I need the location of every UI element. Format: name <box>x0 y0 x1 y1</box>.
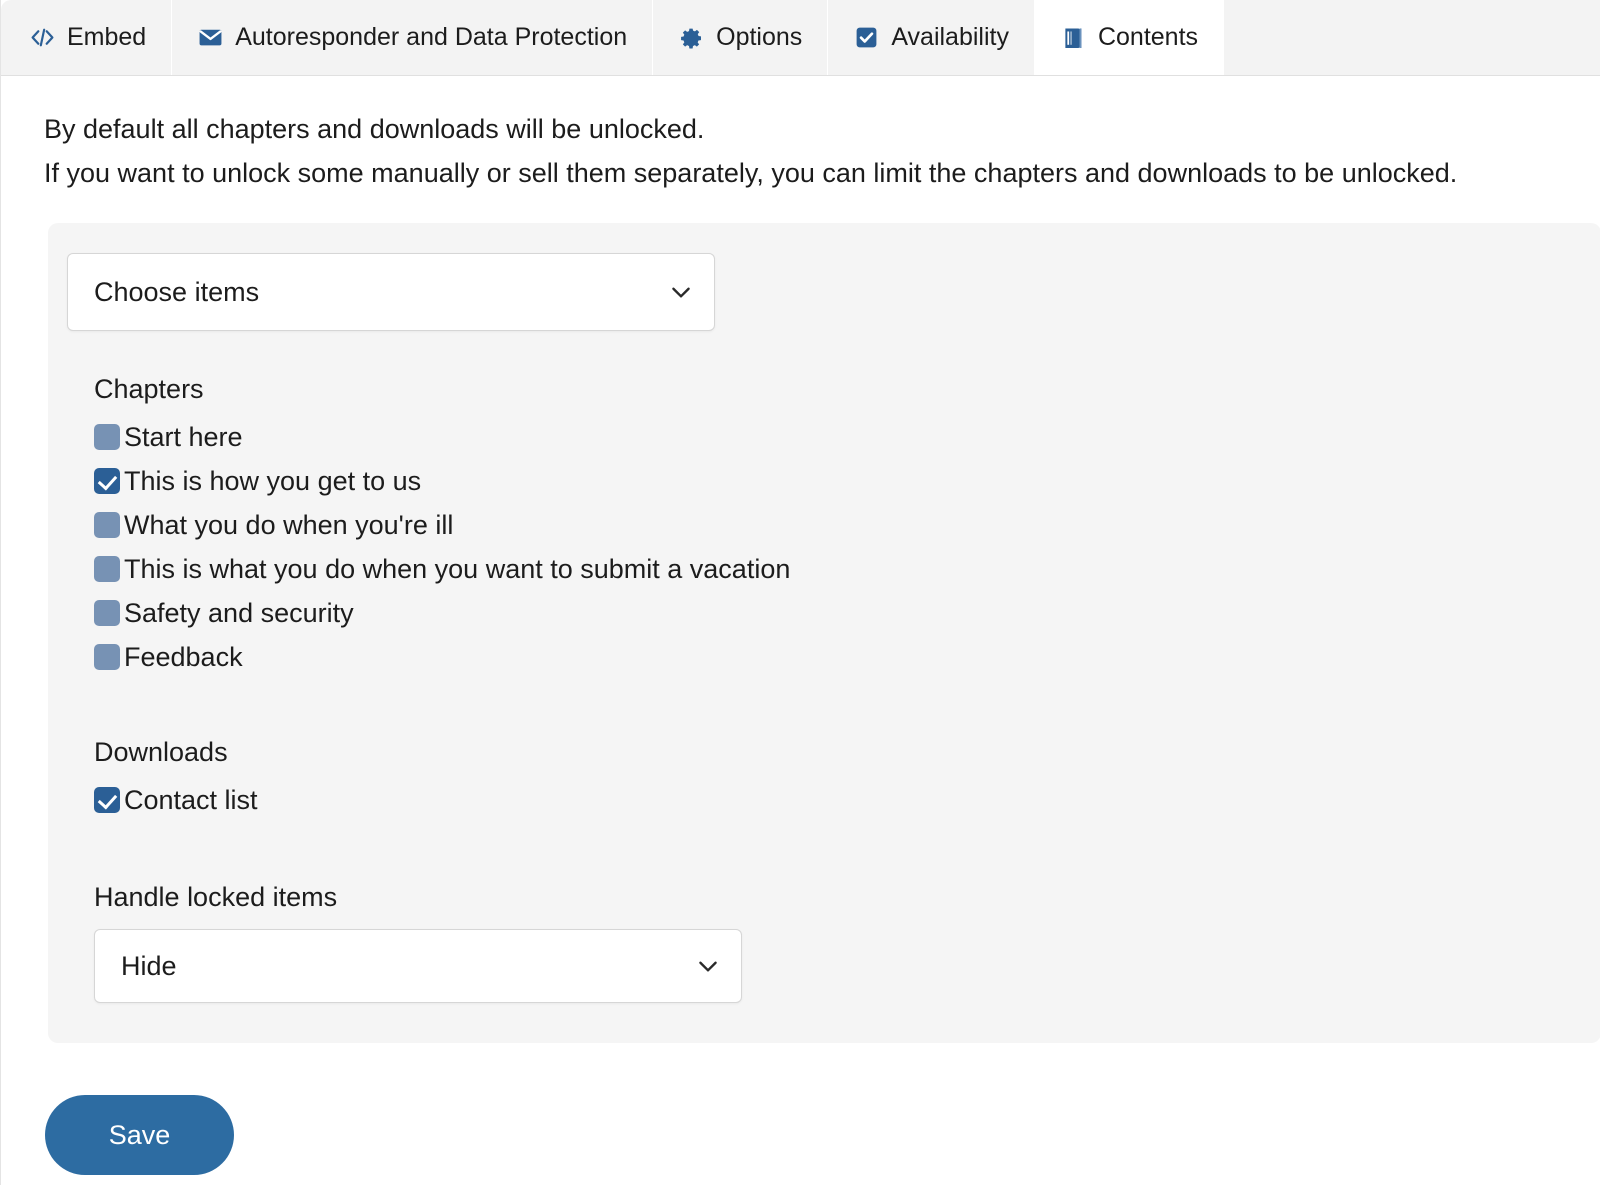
intro-text: By default all chapters and downloads wi… <box>1 76 1600 195</box>
tab-label-autoresponder: Autoresponder and Data Protection <box>235 23 628 51</box>
chapter-item[interactable]: Start here <box>94 415 1600 459</box>
tab-label-options: Options <box>716 23 803 51</box>
unlock-settings-card: Choose items Chapters Start here This is… <box>48 223 1600 1044</box>
gear-icon <box>678 24 705 51</box>
chapter-label: Safety and security <box>124 597 354 628</box>
chapter-item[interactable]: Feedback <box>94 635 1600 679</box>
book-icon <box>1060 24 1087 51</box>
chapter-label: What you do when you're ill <box>124 509 454 540</box>
chapter-item[interactable]: What you do when you're ill <box>94 503 1600 547</box>
chevron-down-icon <box>668 279 694 305</box>
tab-embed[interactable]: Embed <box>1 0 173 75</box>
chapters-checkbox-list: Start here This is how you get to us Wha… <box>48 415 1600 679</box>
chapter-item[interactable]: Safety and security <box>94 591 1600 635</box>
choose-items-select[interactable]: Choose items <box>67 253 715 332</box>
handle-locked-items-label: Handle locked items <box>94 882 338 913</box>
settings-tab-bar: Embed Autoresponder and Data Protection … <box>1 0 1600 76</box>
chapters-heading: Chapters <box>94 374 204 405</box>
checkbox-icon[interactable] <box>94 512 120 539</box>
tab-autoresponder-and-data-protection[interactable]: Autoresponder and Data Protection <box>172 0 654 75</box>
tab-bar-filler <box>1224 0 1600 75</box>
intro-line-1: By default all chapters and downloads wi… <box>44 114 705 144</box>
checkbox-icon[interactable] <box>94 556 120 583</box>
envelope-icon <box>197 24 224 51</box>
checkbox-checked-icon[interactable] <box>94 787 120 814</box>
checkbox-icon <box>853 24 880 51</box>
chevron-down-icon <box>695 953 721 979</box>
save-button[interactable]: Save <box>45 1095 234 1176</box>
checkbox-icon[interactable] <box>94 600 120 627</box>
checkbox-checked-icon[interactable] <box>94 468 120 495</box>
chapter-label: This is how you get to us <box>124 465 422 496</box>
chapter-label: Start here <box>124 421 243 452</box>
tab-options[interactable]: Options <box>653 0 829 75</box>
chapter-label: Feedback <box>124 641 243 672</box>
form-actions: Save <box>45 1095 1600 1176</box>
handle-locked-items-select[interactable]: Hide <box>94 929 742 1004</box>
chapter-item[interactable]: This is what you do when you want to sub… <box>94 547 1600 591</box>
handle-locked-items-value: Hide <box>121 950 177 981</box>
code-icon <box>29 24 56 51</box>
tab-label-availability: Availability <box>891 23 1009 51</box>
downloads-checkbox-list: Contact list <box>48 778 1600 822</box>
checkbox-icon[interactable] <box>94 644 120 671</box>
contents-settings-panel: Embed Autoresponder and Data Protection … <box>0 0 1600 1185</box>
tab-label-contents: Contents <box>1097 23 1199 51</box>
choose-items-value: Choose items <box>94 276 260 307</box>
download-label: Contact list <box>124 784 258 815</box>
downloads-heading: Downloads <box>94 737 228 768</box>
tab-availability[interactable]: Availability <box>828 0 1035 75</box>
download-item[interactable]: Contact list <box>94 778 1600 822</box>
chapter-label: This is what you do when you want to sub… <box>124 553 791 584</box>
tab-contents[interactable]: Contents <box>1034 0 1225 75</box>
intro-line-2: If you want to unlock some manually or s… <box>44 157 1458 188</box>
tab-label-embed: Embed <box>67 23 147 51</box>
chapter-item[interactable]: This is how you get to us <box>94 459 1600 503</box>
checkbox-icon[interactable] <box>94 424 120 451</box>
